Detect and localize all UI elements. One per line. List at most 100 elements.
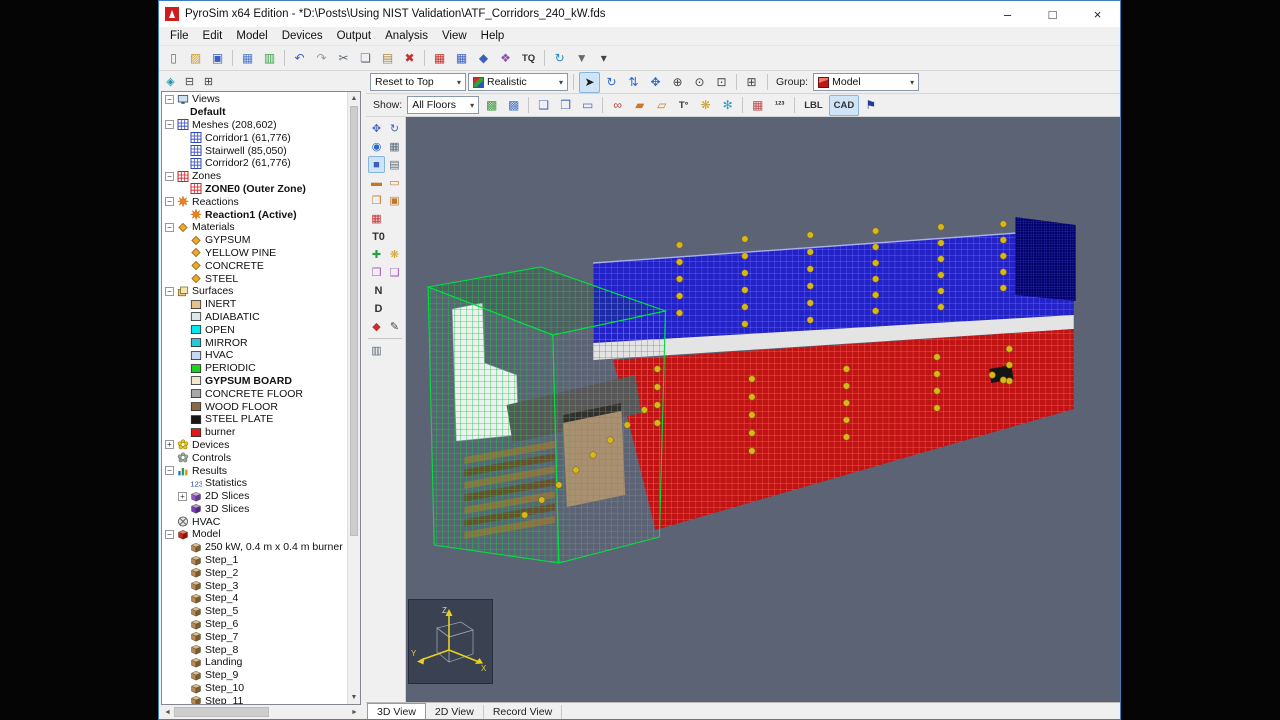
view-cube-icon[interactable]: ■	[368, 156, 385, 173]
expand-all-icon[interactable]: ⊞	[200, 73, 217, 90]
tree-item-step-2[interactable]: Step_2	[162, 566, 347, 579]
open-results-icon[interactable]: ▼	[571, 48, 592, 69]
device-dot[interactable]	[589, 451, 597, 459]
tree-item-stairwell-85-050[interactable]: Stairwell (85,050)	[162, 144, 347, 157]
new-wall-icon[interactable]: ▭	[386, 174, 403, 191]
corridor2-mesh[interactable]	[613, 329, 1074, 530]
tab-3d-view[interactable]: 3D View	[367, 703, 426, 719]
table-icon[interactable]: ▤	[386, 156, 403, 173]
scrollbar-thumb[interactable]	[350, 106, 358, 536]
device-dot[interactable]	[842, 399, 850, 407]
show-meshes-icon[interactable]: ❒	[555, 95, 576, 116]
scroll-up-icon[interactable]: ▲	[348, 92, 360, 105]
tree-item-default[interactable]: Default	[162, 106, 347, 119]
tree-item-step-7[interactable]: Step_7	[162, 630, 347, 643]
tree-item-step-3[interactable]: Step_3	[162, 579, 347, 592]
tree-item-results[interactable]: − Results	[162, 464, 347, 477]
device-dot[interactable]	[741, 269, 749, 277]
spray-icon[interactable]: ✻	[717, 95, 738, 116]
device-dot[interactable]	[653, 419, 661, 427]
multi-view-icon[interactable]: ⊞	[741, 72, 762, 93]
tree-item-devices[interactable]: + Devices	[162, 439, 347, 452]
minimize-button[interactable]: –	[985, 1, 1030, 27]
device-dot[interactable]	[999, 236, 1007, 244]
device-dot[interactable]	[1005, 345, 1013, 353]
smokeview-icon[interactable]: ▦	[451, 48, 472, 69]
scroll-right-icon[interactable]: ►	[348, 709, 361, 716]
device-dot[interactable]	[653, 365, 661, 373]
tree-item-250-kw-0-4-m-x-0-4-m-burner[interactable]: 250 kW, 0.4 m x 0.4 m burner	[162, 541, 347, 554]
capture-icon[interactable]: ▦	[237, 48, 258, 69]
fds-run-icon[interactable]: ▦	[429, 48, 450, 69]
measure-icon[interactable]: ▥	[368, 342, 385, 359]
device-dot[interactable]	[999, 252, 1007, 260]
chart-icon[interactable]: ▥	[259, 48, 280, 69]
tree-item-statistics[interactable]: 123 Statistics	[162, 477, 347, 490]
expander-plus-icon[interactable]: +	[178, 491, 187, 501]
menu-view[interactable]: View	[435, 28, 474, 44]
menu-edit[interactable]: Edit	[196, 28, 230, 44]
tree-item-burner[interactable]: burner	[162, 426, 347, 439]
floor-image-icon[interactable]: ▩	[503, 95, 524, 116]
device-dot[interactable]	[842, 365, 850, 373]
menu-help[interactable]: Help	[474, 28, 512, 44]
tree-item-reaction1-active[interactable]: Reaction1 (Active)	[162, 208, 347, 221]
delete-icon[interactable]: ✖	[399, 48, 420, 69]
lbl-toggle[interactable]: LBL	[799, 95, 827, 116]
device-dot[interactable]	[676, 241, 684, 249]
tree-item-2d-slices[interactable]: +2D Slices	[162, 490, 347, 503]
paste-icon[interactable]: ▤	[377, 48, 398, 69]
tree-item-open[interactable]: OPEN	[162, 323, 347, 336]
slice-tool-icon[interactable]: ▰	[629, 95, 650, 116]
device-dot[interactable]	[748, 411, 756, 419]
device-dot[interactable]	[842, 382, 850, 390]
device-dot[interactable]	[741, 303, 749, 311]
device-dot[interactable]	[872, 275, 880, 283]
device-dot[interactable]	[748, 393, 756, 401]
device-dot[interactable]	[806, 316, 814, 324]
device-dot[interactable]	[937, 223, 945, 231]
device-dot[interactable]	[988, 371, 996, 379]
undo-icon[interactable]: ↶	[289, 48, 310, 69]
tree-item-wood-floor[interactable]: WOOD FLOOR	[162, 400, 347, 413]
device-dot[interactable]	[872, 291, 880, 299]
background-image-icon[interactable]: ▩	[481, 95, 502, 116]
device-dot[interactable]	[937, 255, 945, 263]
menu-devices[interactable]: Devices	[275, 28, 330, 44]
device-dot[interactable]	[741, 235, 749, 243]
device-dot[interactable]	[872, 227, 880, 235]
tree-item-gypsum-board[interactable]: GYPSUM BOARD	[162, 375, 347, 388]
tree-item-step-9[interactable]: Step_9	[162, 669, 347, 682]
new-slab-icon[interactable]: ▬	[368, 174, 385, 191]
zoom-tool-icon[interactable]: ⊕	[667, 72, 688, 93]
tree-item-step-6[interactable]: Step_6	[162, 618, 347, 631]
mesh-grid-icon[interactable]: ▦	[747, 95, 768, 116]
floors-dropdown[interactable]: All Floors ▾	[407, 96, 480, 114]
t0-button[interactable]: T0	[368, 228, 389, 245]
tree-item-views[interactable]: − Views	[162, 93, 347, 106]
device-dot[interactable]	[999, 284, 1007, 292]
device-dot[interactable]	[937, 271, 945, 279]
tree-item-controls[interactable]: Controls	[162, 451, 347, 464]
globe-icon[interactable]: ◉	[368, 138, 385, 155]
expander-minus-icon[interactable]: −	[165, 529, 174, 539]
redo-icon[interactable]: ↷	[311, 48, 332, 69]
device-dot[interactable]	[806, 299, 814, 307]
device-dot[interactable]	[606, 436, 614, 444]
device-dot[interactable]	[653, 401, 661, 409]
cut-icon[interactable]: ✂	[333, 48, 354, 69]
tree-item-hvac[interactable]: HVAC	[162, 349, 347, 362]
tree-item-meshes-208-602[interactable]: − Meshes (208,602)	[162, 119, 347, 132]
zoom-out-tool-icon[interactable]: ⊙	[689, 72, 710, 93]
device-dot[interactable]	[933, 387, 941, 395]
tree-horizontal-scrollbar[interactable]: ◄ ►	[161, 705, 361, 719]
device-dot[interactable]	[933, 353, 941, 361]
device-dot[interactable]	[555, 481, 563, 489]
stats-display-icon[interactable]: ¹²³	[769, 95, 790, 116]
more-dropdown-icon[interactable]: ▾	[593, 48, 614, 69]
show-objects-icon[interactable]: ❑	[533, 95, 554, 116]
scroll-left-icon[interactable]: ◄	[161, 709, 174, 716]
device-dot[interactable]	[937, 239, 945, 247]
select-tool-icon[interactable]: ➤	[579, 71, 600, 93]
paint-tool-icon[interactable]: ◆	[368, 318, 385, 335]
